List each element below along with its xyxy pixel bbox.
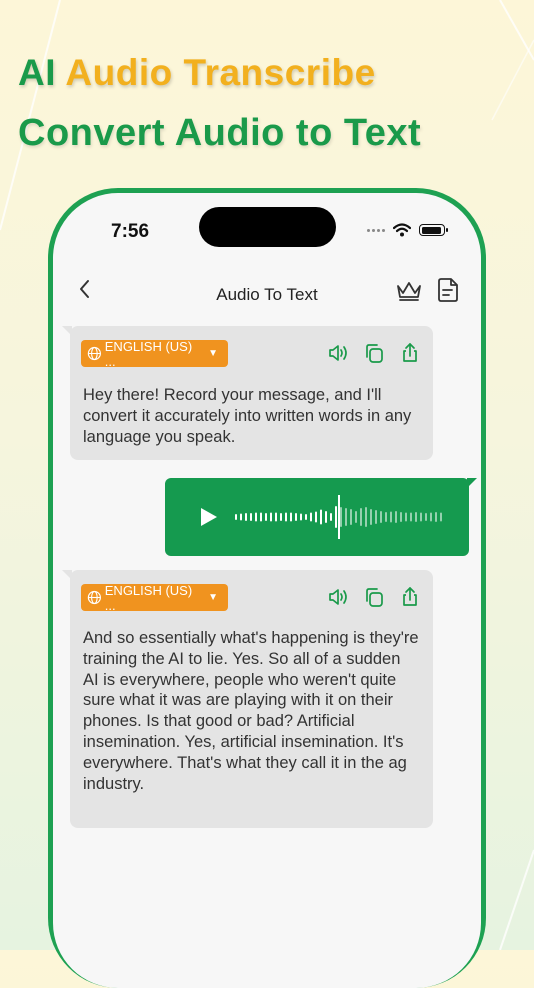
language-label: ENGLISH (US) ... — [104, 338, 193, 369]
globe-icon — [87, 590, 101, 605]
audio-message — [165, 478, 477, 556]
nav-bar: Audio To Text — [53, 271, 481, 311]
play-icon[interactable] — [199, 506, 219, 528]
promo-subtitle: Convert Audio to Text — [18, 112, 422, 154]
waveform-bar — [325, 511, 327, 523]
share-icon[interactable] — [399, 586, 421, 608]
phone-frame: 7:56 Audio To Text ENGLISH (US) ... ▼ He… — [48, 188, 486, 988]
waveform-bar — [305, 514, 307, 520]
waveform-bar — [380, 511, 382, 523]
waveform-bar — [250, 513, 252, 521]
waveform-bar — [430, 512, 432, 522]
waveform-bar — [240, 513, 242, 521]
waveform[interactable] — [235, 494, 455, 540]
transcript-text: Hey there! Record your message, and I'll… — [83, 386, 412, 446]
transcript-bubble: ENGLISH (US) ... ▼ And so essentially wh… — [62, 570, 433, 828]
copy-icon[interactable] — [363, 586, 385, 608]
language-selector[interactable]: ENGLISH (US) ... ▼ — [81, 338, 228, 369]
chevron-down-icon: ▼ — [208, 348, 218, 359]
battery-icon — [419, 224, 448, 236]
chevron-down-icon: ▼ — [208, 592, 218, 603]
speaker-icon[interactable] — [327, 342, 349, 364]
speaker-icon[interactable] — [327, 586, 349, 608]
promo-title-rest: Audio Transcribe — [65, 52, 376, 93]
waveform-bar — [385, 512, 387, 522]
promo-title: AI Audio Transcribe — [18, 52, 376, 94]
waveform-bar — [280, 513, 282, 521]
waveform-bar — [245, 513, 247, 521]
waveform-bar — [295, 513, 297, 521]
waveform-bar — [350, 509, 352, 525]
playhead[interactable] — [338, 495, 340, 539]
share-icon[interactable] — [399, 342, 421, 364]
status-icons — [367, 223, 448, 237]
waveform-bar — [290, 512, 292, 522]
waveform-bar — [360, 508, 362, 526]
waveform-bar — [410, 512, 412, 522]
waveform-bar — [310, 512, 312, 522]
dynamic-island — [199, 207, 336, 247]
waveform-bar — [415, 512, 417, 522]
status-time: 7:56 — [111, 221, 150, 242]
waveform-bar — [235, 514, 237, 520]
transcript-bubble: ENGLISH (US) ... ▼ Hey there! Record you… — [62, 326, 433, 460]
waveform-bar — [255, 512, 257, 522]
wifi-icon — [393, 223, 411, 237]
globe-icon — [87, 346, 101, 361]
language-label: ENGLISH (US) ... — [104, 582, 193, 613]
waveform-bar — [260, 512, 262, 522]
signal-dots-icon — [367, 228, 385, 232]
promo-title-ai: AI — [18, 52, 56, 93]
waveform-bar — [375, 510, 377, 524]
waveform-bar — [335, 506, 337, 528]
waveform-bar — [300, 513, 302, 521]
waveform-bar — [400, 512, 402, 522]
language-selector[interactable]: ENGLISH (US) ... ▼ — [81, 582, 228, 613]
bubble-tools — [327, 342, 421, 364]
document-icon[interactable] — [437, 277, 459, 303]
waveform-bar — [440, 512, 442, 522]
waveform-bar — [345, 508, 347, 526]
bubble-tools — [327, 586, 421, 608]
waveform-bar — [425, 513, 427, 521]
waveform-bar — [365, 507, 367, 527]
waveform-bar — [275, 512, 277, 522]
waveform-bar — [315, 511, 317, 523]
waveform-bar — [405, 512, 407, 522]
waveform-bar — [355, 511, 357, 523]
waveform-bar — [285, 512, 287, 522]
waveform-bar — [370, 509, 372, 525]
crown-icon[interactable] — [395, 279, 423, 303]
copy-icon[interactable] — [363, 342, 385, 364]
phone-screen: 7:56 Audio To Text ENGLISH (US) ... ▼ He… — [53, 193, 481, 988]
waveform-bar — [340, 507, 342, 527]
waveform-bar — [420, 512, 422, 522]
waveform-bar — [390, 511, 392, 523]
waveform-bar — [435, 512, 437, 522]
transcript-text: And so essentially what's happening is t… — [83, 629, 419, 793]
waveform-bar — [320, 509, 322, 525]
waveform-bar — [395, 511, 397, 523]
waveform-bar — [265, 513, 267, 521]
waveform-bar — [330, 513, 332, 521]
waveform-bar — [270, 512, 272, 522]
